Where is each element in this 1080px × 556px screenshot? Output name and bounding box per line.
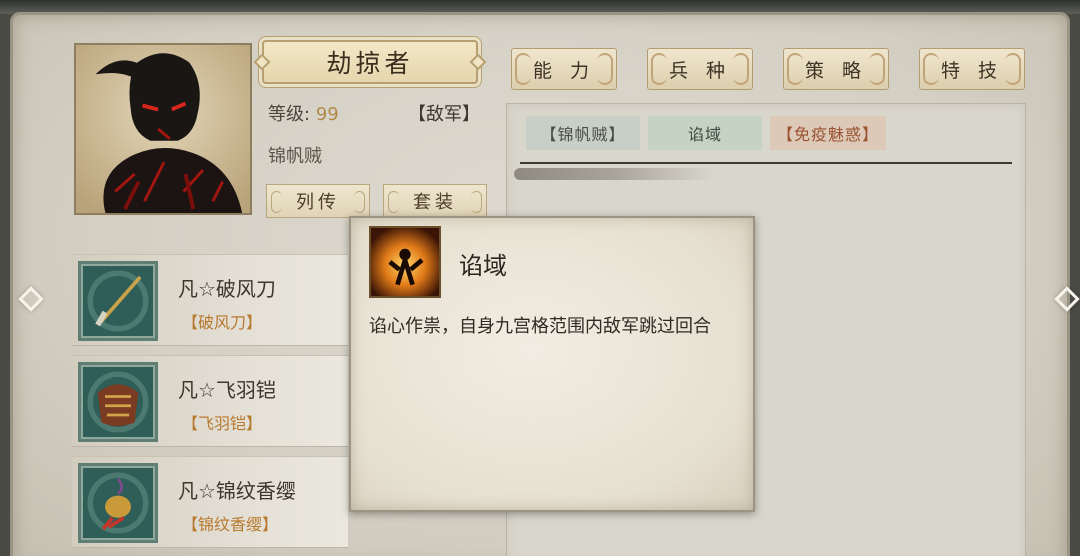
tab-ornament-icon bbox=[515, 53, 531, 85]
character-name-plate: 劫掠者 bbox=[253, 40, 487, 84]
tab-ability[interactable]: 能 力 bbox=[511, 48, 617, 90]
equipment-slot-accessory[interactable]: 凡☆锦纹香缨 【锦纹香缨】 bbox=[72, 456, 348, 548]
character-portrait bbox=[74, 43, 252, 215]
tab-troops-label: 兵 种 bbox=[668, 59, 732, 82]
equipment-name: 凡☆破风刀 bbox=[178, 277, 276, 301]
tab-ornament-icon bbox=[869, 53, 885, 85]
scroll-hook-decoration bbox=[514, 168, 714, 180]
tab-ornament-icon bbox=[787, 53, 803, 85]
sachet-icon bbox=[78, 463, 158, 543]
equipment-slot-armor[interactable]: 凡☆飞羽铠 【飞羽铠】 bbox=[72, 355, 348, 447]
left-diamond-icon bbox=[18, 286, 44, 312]
skill-tag-domain[interactable]: 谄域 bbox=[648, 116, 762, 150]
tooltip-description: 谄心作祟，自身九宫格范围内敌军跳过回合 bbox=[369, 316, 711, 337]
character-name: 劫掠者 bbox=[326, 49, 414, 78]
next-page-arrow[interactable] bbox=[1050, 282, 1080, 316]
level-value: 99 bbox=[315, 104, 339, 125]
raider-portrait-icon bbox=[76, 45, 250, 213]
tab-ornament-icon bbox=[651, 53, 667, 85]
tab-special-skill[interactable]: 特 技 bbox=[919, 48, 1025, 90]
tab-ornament-icon bbox=[597, 53, 613, 85]
equipment-subtitle: 【破风刀】 bbox=[182, 313, 263, 332]
skill-tooltip: 谄域 谄心作祟，自身九宫格范围内敌军跳过回合 bbox=[349, 216, 755, 512]
skill-tag-troop[interactable]: 【锦帆贼】 bbox=[526, 116, 640, 150]
fire-warrior-icon bbox=[369, 226, 441, 298]
armor-icon bbox=[78, 362, 158, 442]
tab-strategy[interactable]: 策 略 bbox=[783, 48, 889, 90]
equipment-subtitle: 【飞羽铠】 bbox=[182, 414, 263, 433]
equipment-slot-weapon[interactable]: 凡☆破风刀 【破风刀】 bbox=[72, 254, 348, 346]
blade-icon bbox=[78, 261, 158, 341]
troop-type: 锦帆贼 bbox=[268, 146, 322, 167]
tooltip-title: 谄域 bbox=[459, 252, 507, 280]
section-divider bbox=[520, 162, 1012, 164]
tab-ornament-icon bbox=[733, 53, 749, 85]
tab-ornament-icon bbox=[923, 53, 939, 85]
prev-page-arrow[interactable] bbox=[14, 282, 48, 316]
skill-tag-immunity[interactable]: 【免疫魅惑】 bbox=[770, 116, 886, 150]
right-diamond-icon bbox=[1054, 286, 1080, 312]
equipment-name: 凡☆飞羽铠 bbox=[178, 378, 276, 402]
equipment-subtitle: 【锦纹香缨】 bbox=[182, 515, 279, 534]
tab-ornament-icon bbox=[1005, 53, 1021, 85]
tab-troops[interactable]: 兵 种 bbox=[647, 48, 753, 90]
tab-ability-label: 能 力 bbox=[532, 59, 596, 82]
tab-special-skill-label: 特 技 bbox=[940, 59, 1004, 82]
faction-label: 【敌军】 bbox=[408, 104, 480, 125]
set-button[interactable]: 套装 bbox=[383, 184, 487, 218]
level-label: 等级: bbox=[268, 104, 311, 125]
tab-strategy-label: 策 略 bbox=[804, 59, 868, 82]
equipment-name: 凡☆锦纹香缨 bbox=[178, 479, 296, 503]
level-display: 等级: 99 bbox=[268, 100, 339, 126]
biography-button[interactable]: 列传 bbox=[266, 184, 370, 218]
